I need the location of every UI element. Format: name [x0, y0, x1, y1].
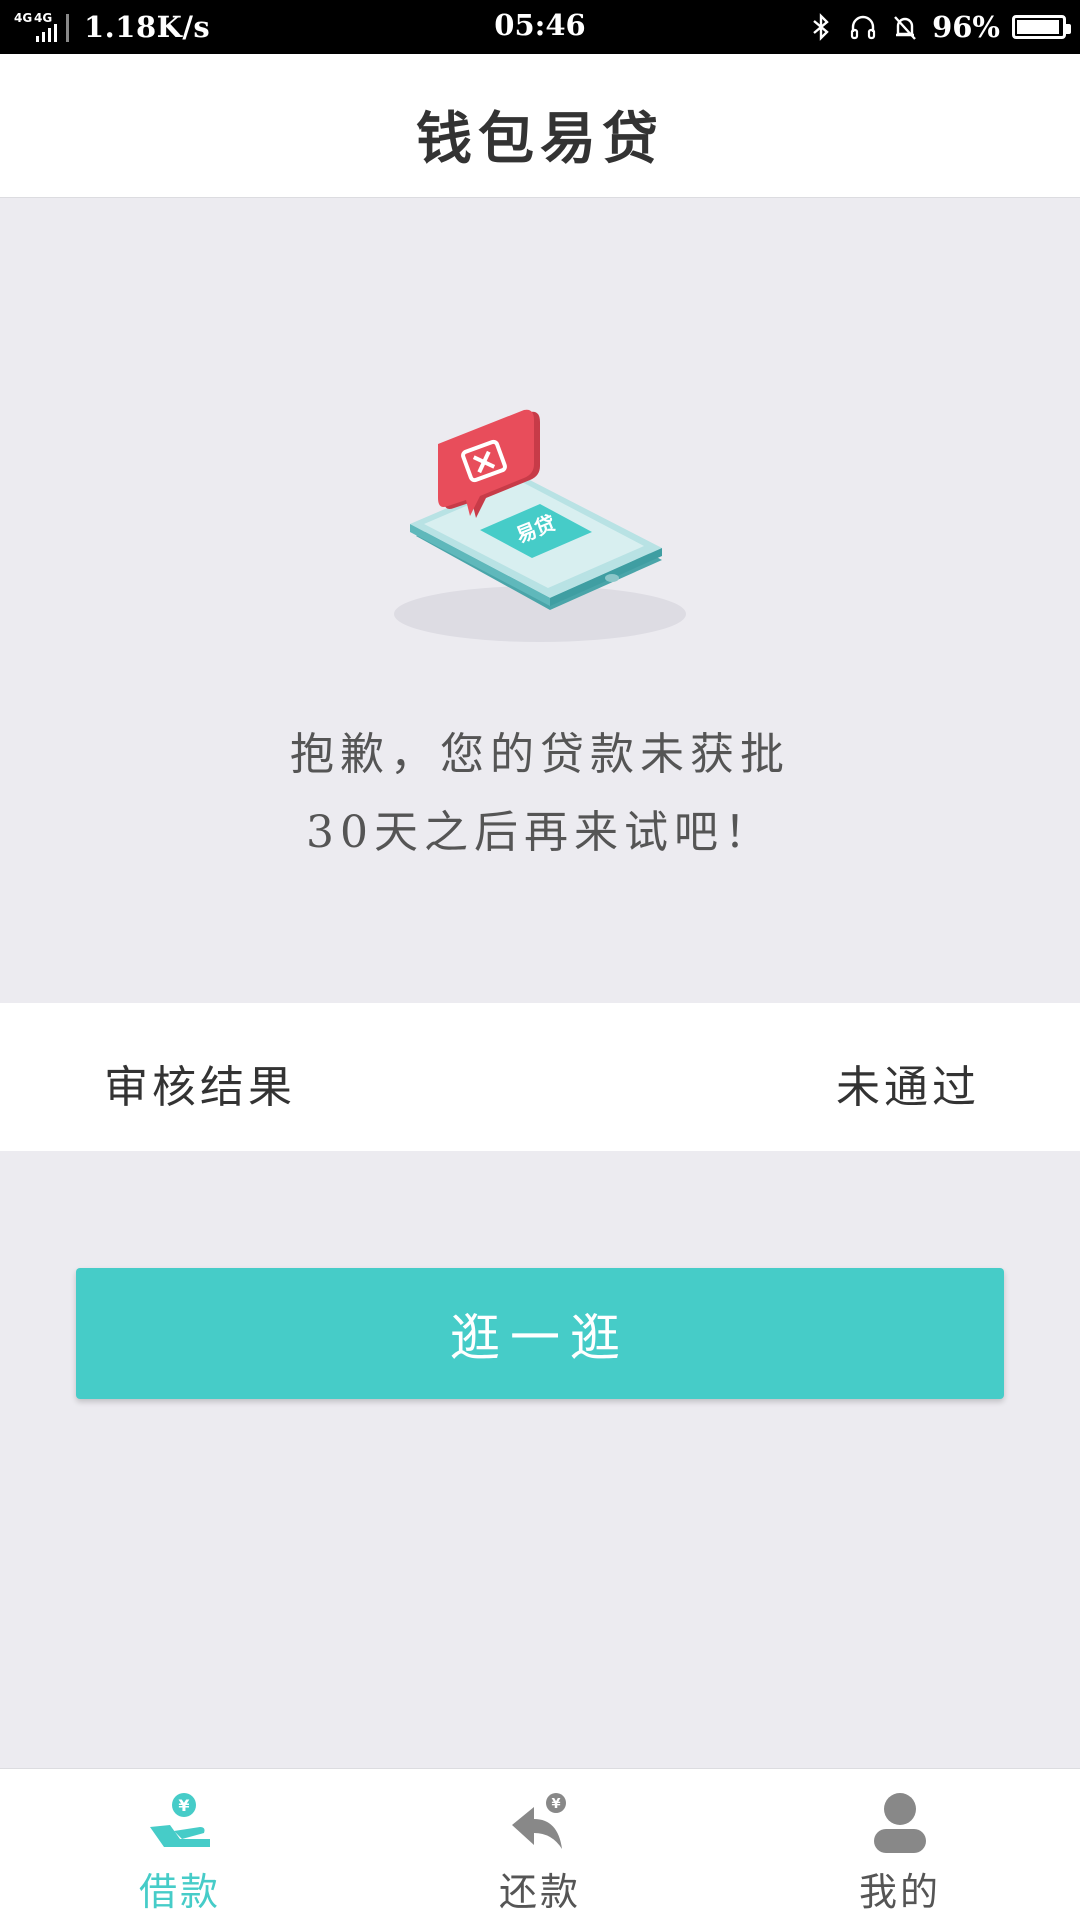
- status-bar: 4G 4G 1.18K/s 05:46 96%: [0, 0, 1080, 54]
- tab-repay[interactable]: ¥ 还款: [360, 1769, 720, 1920]
- tab-borrow-label: 借款: [138, 1870, 221, 1914]
- review-result-row: 审核结果 未通过: [0, 1003, 1080, 1151]
- bell-muted-icon: [894, 16, 916, 40]
- tab-borrow[interactable]: ¥ 借款: [0, 1769, 360, 1920]
- tab-repay-label: 还款: [498, 1870, 581, 1914]
- battery-level-fill: [1017, 20, 1060, 34]
- svg-text:¥: ¥: [551, 1797, 560, 1812]
- battery-percent: 96%: [932, 10, 1000, 44]
- borrow-icon: ¥: [150, 1793, 210, 1847]
- status-right: 96%: [806, 6, 1071, 48]
- tab-profile[interactable]: 我的: [720, 1769, 1080, 1920]
- tab-profile-label: 我的: [858, 1870, 941, 1914]
- profile-icon: [874, 1793, 926, 1853]
- review-result-label: 审核结果: [104, 1062, 296, 1113]
- app-header: 钱包易贷: [0, 54, 1080, 198]
- page-title: 钱包易贷: [416, 106, 664, 172]
- battery-icon: [1012, 15, 1071, 39]
- rejection-message: 抱歉，您的贷款未获批: [290, 729, 790, 780]
- phone-rejected-illustration: 易贷: [394, 409, 686, 642]
- bottom-tab-bar: ¥ 借款 ¥ 还款 我的: [0, 1768, 1080, 1920]
- svg-text:¥: ¥: [178, 1796, 189, 1815]
- headphone-icon: [850, 15, 876, 40]
- battery-tip: [1066, 24, 1071, 34]
- retry-message: 30天之后再来试吧！: [306, 807, 774, 858]
- bluetooth-icon: [813, 13, 829, 41]
- review-result-value: 未通过: [836, 1062, 980, 1113]
- repay-icon: ¥: [512, 1793, 566, 1849]
- browse-button[interactable]: 逛一逛: [76, 1268, 1004, 1399]
